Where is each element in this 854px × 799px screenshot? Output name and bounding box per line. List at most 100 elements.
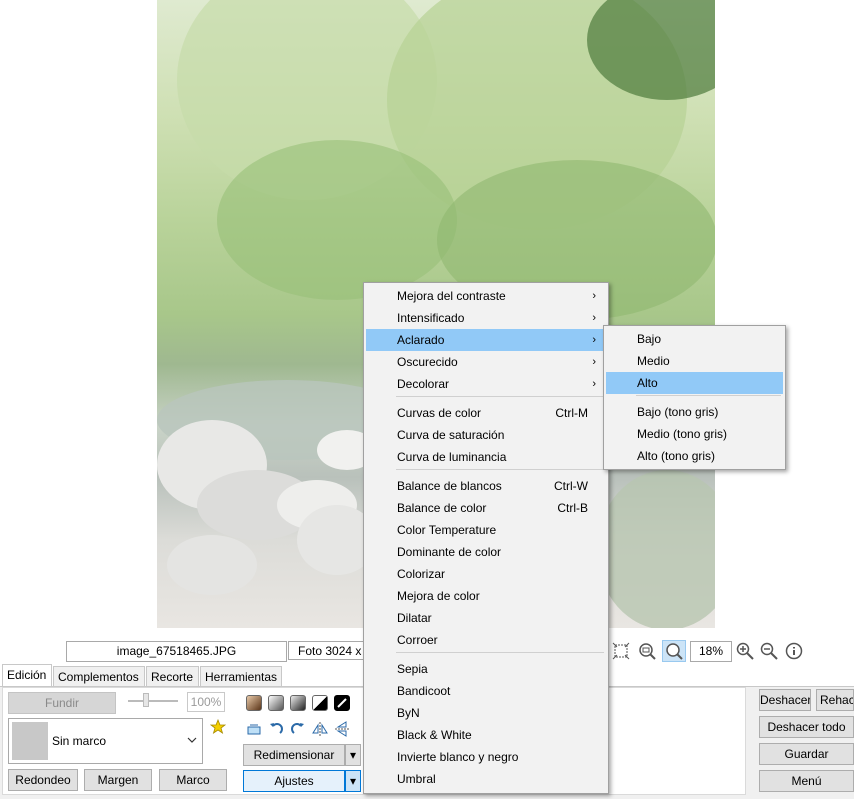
submenu-item-alto[interactable]: Alto (606, 372, 783, 394)
marco-button[interactable]: Marco (159, 769, 227, 791)
menu-item-balance-de-blancos[interactable]: Balance de blancos Ctrl-W (366, 475, 606, 497)
invert-icon[interactable] (334, 695, 350, 711)
blend-percent-field[interactable]: 100% (187, 692, 225, 712)
menu-item-color-temperature[interactable]: Color Temperature (366, 519, 606, 541)
contrast-tone-icon[interactable] (290, 695, 306, 711)
menu-item-colorizar[interactable]: Colorizar (366, 563, 606, 585)
submenu-item-medio[interactable]: Medio (606, 350, 783, 372)
bushes (597, 470, 715, 628)
tree-foliage (217, 140, 457, 300)
chevron-right-icon: › (592, 290, 596, 302)
scan-icon[interactable] (246, 721, 262, 737)
menu-item-label: Dominante de color (397, 545, 502, 559)
fundir-button[interactable]: Fundir (8, 692, 116, 714)
menu-separator (636, 395, 781, 396)
chevron-right-icon: › (592, 312, 596, 324)
guardar-button[interactable]: Guardar (759, 743, 854, 765)
menu-item-label: ByN (397, 706, 420, 720)
sepia-tone-icon[interactable] (246, 695, 262, 711)
menu-item-dilatar[interactable]: Dilatar (366, 607, 606, 629)
zoom-level: 18% (690, 641, 732, 662)
chevron-right-icon: › (592, 334, 596, 346)
zoom-out-icon[interactable] (760, 642, 778, 660)
menu-item-label: Mejora del contraste (397, 289, 506, 303)
menu-item-label: Intensificado (397, 311, 465, 325)
redo-icon[interactable] (290, 721, 306, 737)
frame-preview (12, 722, 48, 760)
menu-item-label: Sepia (397, 662, 428, 676)
submenu-item-label: Bajo (tono gris) (637, 405, 719, 419)
ajustes-button[interactable]: Ajustes (243, 770, 345, 792)
submenu-item-label: Medio (tono gris) (637, 427, 728, 441)
zoom-fit-icon[interactable] (612, 642, 630, 660)
blend-slider-thumb[interactable] (143, 693, 149, 707)
zoom-in-icon[interactable] (736, 642, 754, 660)
tab-recorte[interactable]: Recorte (146, 666, 199, 686)
zoom-actual-icon[interactable] (638, 642, 656, 660)
submenu-item-bajo[interactable]: Bajo (606, 328, 783, 350)
zoom-selected-icon[interactable] (662, 640, 686, 662)
ajustes-dropdown[interactable]: ▾ (345, 770, 361, 792)
menu-item-invierte-blanco-y-negro[interactable]: Invierte blanco y negro (366, 746, 606, 768)
menu-item-shortcut: Ctrl-W (554, 479, 588, 493)
tab-complementos[interactable]: Complementos (53, 666, 145, 686)
submenu-item-label: Alto (tono gris) (637, 449, 716, 463)
star-icon[interactable] (209, 718, 227, 735)
menu-item-aclarado[interactable]: Aclarado › (366, 329, 606, 351)
rotate-icon[interactable] (334, 721, 350, 737)
frame-select-label: Sin marco (52, 734, 107, 748)
submenu-item-alto-tono-gris[interactable]: Alto (tono gris) (606, 445, 783, 467)
deshacer-button[interactable]: Deshacer (759, 689, 811, 711)
menu-item-mejora-del-contraste[interactable]: Mejora del contraste › (366, 285, 606, 307)
menu-separator (396, 396, 604, 397)
menu-item-curvas-de-color[interactable]: Curvas de color Ctrl-M (366, 402, 606, 424)
tab-edicion[interactable]: Edición (2, 664, 52, 687)
menu-item-oscurecido[interactable]: Oscurecido › (366, 351, 606, 373)
menu-item-curva-de-saturación[interactable]: Curva de saturación (366, 424, 606, 446)
menu-item-mejora-de-color[interactable]: Mejora de color (366, 585, 606, 607)
menu-item-corroer[interactable]: Corroer (366, 629, 606, 651)
menu-item-label: Curva de saturación (397, 428, 505, 442)
menu-item-black-white[interactable]: Black & White (366, 724, 606, 746)
menu-item-balance-de-color[interactable]: Balance de color Ctrl-B (366, 497, 606, 519)
submenu-item-bajo-tono-gris[interactable]: Bajo (tono gris) (606, 401, 783, 423)
menu-item-label: Black & White (397, 728, 472, 742)
redimensionar-dropdown[interactable]: ▾ (345, 744, 361, 766)
frame-select[interactable]: Sin marco (8, 718, 203, 764)
menu-button[interactable]: Menú (759, 770, 854, 792)
menu-item-dominante-de-color[interactable]: Dominante de color (366, 541, 606, 563)
deshacer-todo-button[interactable]: Deshacer todo (759, 716, 854, 738)
bw-tone-icon[interactable] (312, 695, 328, 711)
submenu-item-medio-tono-gris[interactable]: Medio (tono gris) (606, 423, 783, 445)
menu-item-label: Umbral (397, 772, 436, 786)
menu-item-label: Colorizar (397, 567, 446, 581)
menu-item-byn[interactable]: ByN (366, 702, 606, 724)
tab-herramientas[interactable]: Herramientas (200, 666, 282, 686)
rock (167, 535, 257, 595)
photo-info-display: Foto 3024 x (288, 641, 368, 660)
undo-icon[interactable] (268, 721, 284, 737)
menu-item-label: Bandicoot (397, 684, 451, 698)
menu-item-label: Decolorar (397, 377, 450, 391)
flip-icon[interactable] (312, 721, 328, 737)
chevron-down-icon: ▾ (349, 748, 357, 762)
redondeo-button[interactable]: Redondeo (8, 769, 78, 791)
menu-item-decolorar[interactable]: Decolorar › (366, 373, 606, 395)
menu-item-label: Dilatar (397, 611, 432, 625)
menu-separator (396, 652, 604, 653)
menu-item-umbral[interactable]: Umbral (366, 768, 606, 790)
menu-item-bandicoot[interactable]: Bandicoot (366, 680, 606, 702)
gray-tone-icon[interactable] (268, 695, 284, 711)
redimensionar-button[interactable]: Redimensionar (243, 744, 345, 766)
submenu-item-label: Bajo (637, 332, 662, 346)
margen-button[interactable]: Margen (84, 769, 152, 791)
info-icon[interactable] (785, 642, 803, 660)
menu-item-sepia[interactable]: Sepia (366, 658, 606, 680)
menu-item-intensificado[interactable]: Intensificado › (366, 307, 606, 329)
aclarado-submenu: Bajo Medio Alto Bajo (tono gris) Medio (tono… (603, 325, 786, 470)
filename-display: image_67518465.JPG (66, 641, 287, 662)
blend-slider[interactable] (128, 700, 178, 702)
menu-item-label: Invierte blanco y negro (397, 750, 519, 764)
menu-item-curva-de-luminancia[interactable]: Curva de luminancia (366, 446, 606, 468)
rehacer-button[interactable]: Rehacer (816, 689, 854, 711)
